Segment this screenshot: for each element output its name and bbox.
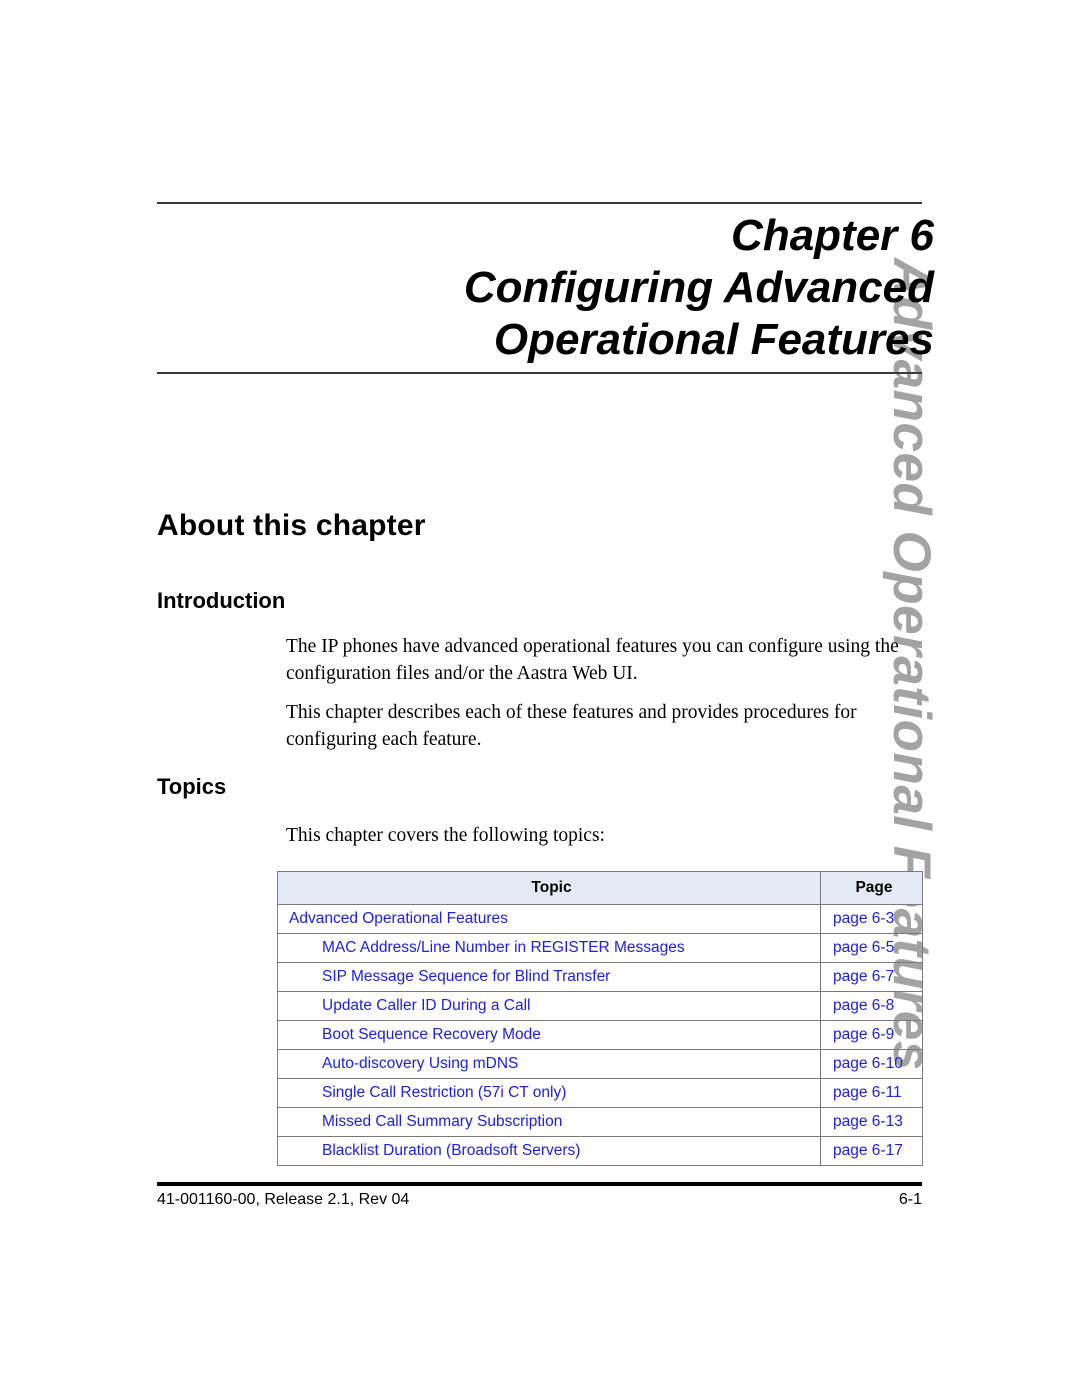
table-row: Boot Sequence Recovery Mode page 6-9 (277, 1020, 923, 1050)
table-row: Advanced Operational Features page 6-3 (277, 904, 923, 934)
topic-link-cell[interactable]: MAC Address/Line Number in REGISTER Mess… (277, 933, 821, 963)
topic-link-cell[interactable]: Boot Sequence Recovery Mode (277, 1020, 821, 1050)
topics-heading: Topics (157, 774, 227, 799)
page-link-cell[interactable]: page 6-8 (820, 991, 923, 1021)
table-header-row: Topic Page (277, 871, 923, 905)
column-header-page: Page (820, 871, 923, 905)
about-this-chapter-heading: About this chapter (157, 509, 426, 542)
page-link-cell[interactable]: page 6-10 (820, 1049, 923, 1079)
footer-document-id: 41-001160-00, Release 2.1, Rev 04 (157, 1191, 410, 1208)
footer-page-number: 6-1 (898, 1191, 922, 1208)
column-header-topic: Topic (277, 871, 821, 905)
chapter-title-line-2: Operational Features (493, 315, 934, 364)
page-link-cell[interactable]: page 6-5 (820, 933, 923, 963)
introduction-paragraph-2: This chapter describes each of these fea… (286, 702, 857, 750)
topic-link-cell[interactable]: Advanced Operational Features (277, 904, 821, 934)
title-rule-top (157, 202, 922, 204)
page-link-cell[interactable]: page 6-7 (820, 962, 923, 992)
chapter-title-line-1: Configuring Advanced (463, 263, 934, 312)
topic-link-cell[interactable]: Update Caller ID During a Call (277, 991, 821, 1021)
table-row: Update Caller ID During a Call page 6-8 (277, 991, 923, 1021)
document-page: Chapter 6 Configuring Advanced Operation… (0, 0, 1080, 1397)
topic-link-cell[interactable]: Single Call Restriction (57i CT only) (277, 1078, 821, 1108)
table-row: SIP Message Sequence for Blind Transfer … (277, 962, 923, 992)
table-row: Single Call Restriction (57i CT only) pa… (277, 1078, 923, 1108)
page-link-cell[interactable]: page 6-9 (820, 1020, 923, 1050)
page-link-cell[interactable]: page 6-3 (820, 904, 923, 934)
topic-link-cell[interactable]: Missed Call Summary Subscription (277, 1107, 821, 1137)
topics-table: Topic Page Advanced Operational Features… (277, 871, 923, 1166)
topic-link-cell[interactable]: Auto-discovery Using mDNS (277, 1049, 821, 1079)
table-row: Auto-discovery Using mDNS page 6-10 (277, 1049, 923, 1079)
table-row: Missed Call Summary Subscription page 6-… (277, 1107, 923, 1137)
table-row: MAC Address/Line Number in REGISTER Mess… (277, 933, 923, 963)
footer-rule (157, 1182, 922, 1186)
page-link-cell[interactable]: page 6-13 (820, 1107, 923, 1137)
introduction-paragraph-1: The IP phones have advanced operational … (286, 636, 899, 684)
title-rule-bottom (157, 372, 922, 374)
chapter-number-line: Chapter 6 (731, 211, 934, 260)
topic-link-cell[interactable]: SIP Message Sequence for Blind Transfer (277, 962, 821, 992)
table-row: Blacklist Duration (Broadsoft Servers) p… (277, 1136, 923, 1166)
introduction-heading: Introduction (157, 588, 286, 613)
chapter-title: Chapter 6 Configuring Advanced Operation… (157, 210, 934, 366)
page-link-cell[interactable]: page 6-11 (820, 1078, 923, 1108)
page-link-cell[interactable]: page 6-17 (820, 1136, 923, 1166)
topics-table-body: Advanced Operational Features page 6-3 M… (277, 904, 923, 1166)
page-footer: 41-001160-00, Release 2.1, Rev 04 6-1 (157, 1189, 922, 1211)
topic-link-cell[interactable]: Blacklist Duration (Broadsoft Servers) (277, 1136, 821, 1166)
topics-intro-paragraph: This chapter covers the following topics… (286, 825, 605, 846)
